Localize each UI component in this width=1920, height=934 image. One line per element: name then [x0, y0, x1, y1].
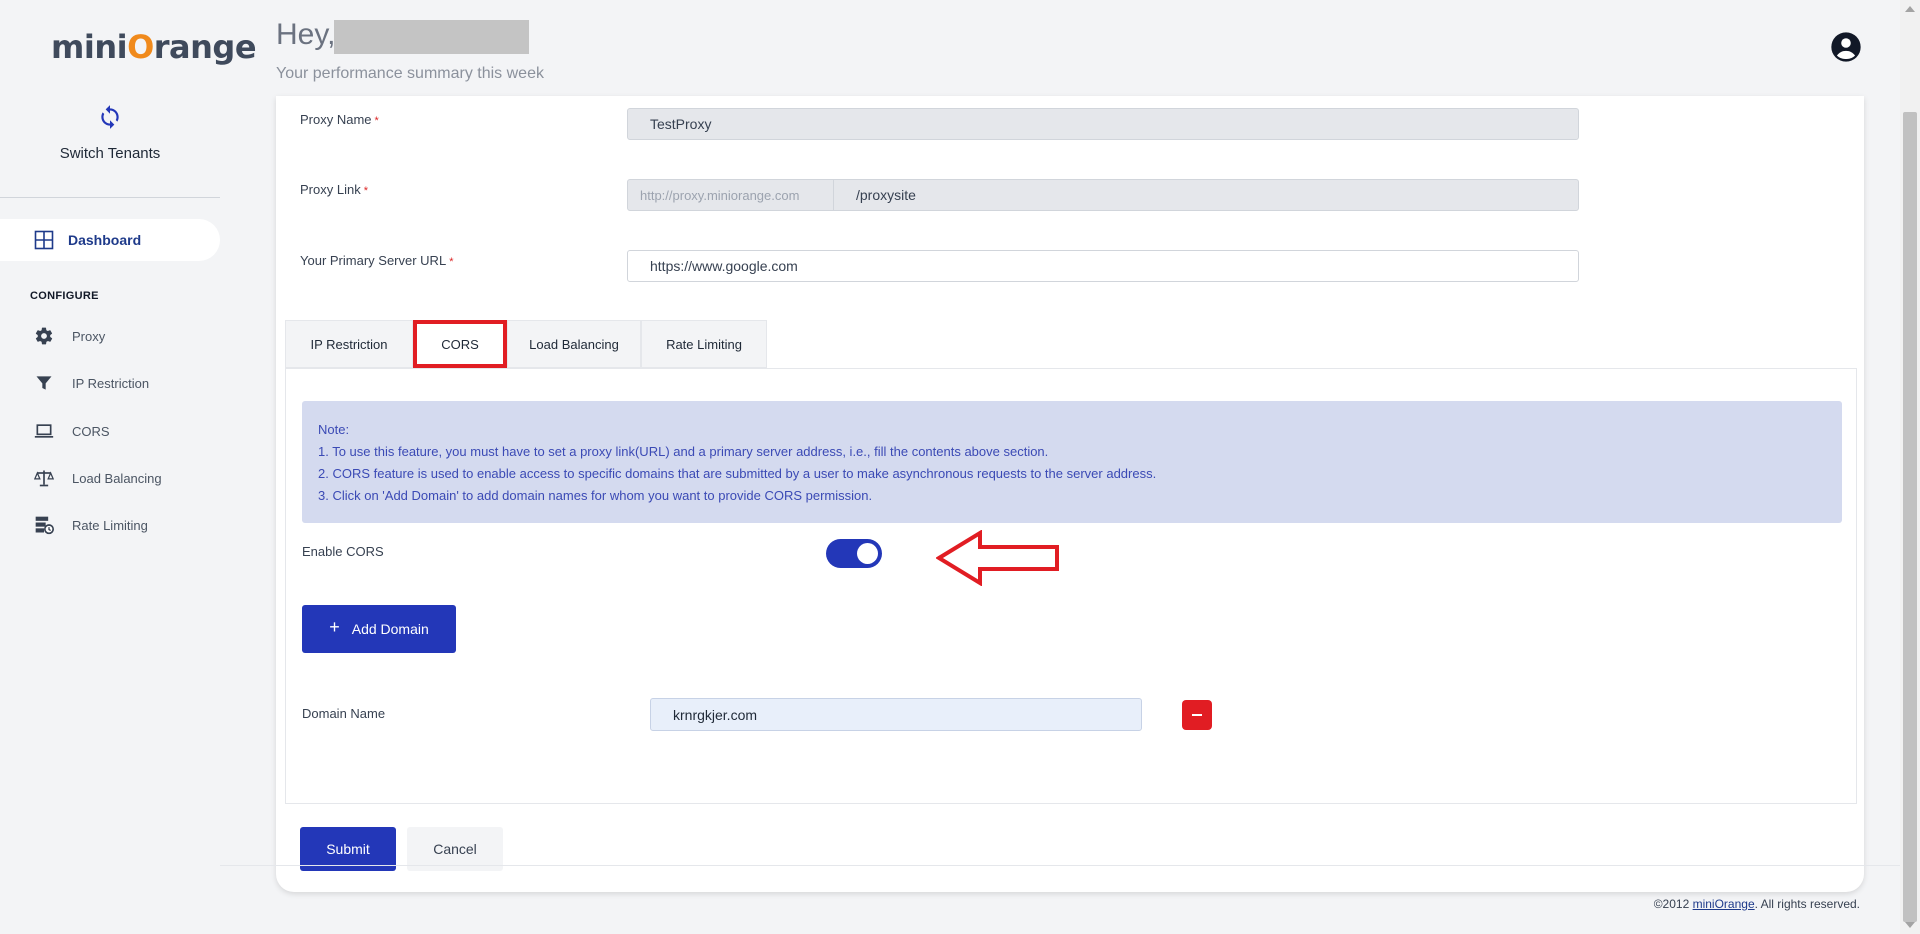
dashboard-grid-icon [34, 230, 54, 250]
sidebar-item-label: Dashboard [68, 232, 142, 248]
cors-tab-panel: Note: 1. To use this feature, you must h… [285, 368, 1857, 804]
proxy-name-label: Proxy Name * [300, 112, 379, 127]
switch-tenants[interactable]: Switch Tenants [0, 104, 220, 162]
domain-name-label: Domain Name [302, 706, 386, 721]
label-text: Proxy Link [300, 182, 361, 197]
sidebar-item-ip-restriction[interactable]: IP Restriction [34, 369, 214, 397]
sidebar-item-label: Load Balancing [72, 470, 162, 486]
sidebar-item-label: IP Restriction [72, 375, 150, 391]
sidebar-item-rate-limiting[interactable]: Rate Limiting [34, 511, 214, 539]
account-icon[interactable] [1830, 31, 1862, 63]
proxy-link-prefix: http://proxy.miniorange.com [628, 179, 834, 211]
sidebar-item-load-balancing[interactable]: Load Balancing [34, 464, 214, 492]
tab-rate-limiting[interactable]: Rate Limiting [641, 320, 767, 368]
sidebar-item-label: CORS [72, 423, 110, 439]
note-title: Note: [318, 422, 350, 437]
domain-name-input[interactable]: krnrgkjer.com [650, 698, 1142, 731]
note-line: 3. Click on 'Add Domain' to add domain n… [318, 488, 873, 503]
enable-cors-label: Enable CORS [302, 544, 384, 559]
footer-link[interactable]: miniOrange [1693, 897, 1755, 911]
footer-text: ©2012 [1653, 897, 1693, 911]
sidebar-divider [0, 197, 220, 198]
switch-tenants-label: Switch Tenants [59, 145, 161, 162]
tab-load-balancing[interactable]: Load Balancing [507, 320, 641, 368]
refresh-icon [97, 104, 123, 130]
scroll-down-icon[interactable] [1905, 922, 1915, 928]
page-subtitle: Your performance summary this week [276, 65, 544, 82]
sidebar-item-cors[interactable]: CORS [34, 417, 214, 445]
tab-ip-restriction[interactable]: IP Restriction [285, 320, 413, 368]
add-domain-label: Add Domain [351, 621, 429, 637]
footer-text: . All rights reserved. [1754, 897, 1860, 911]
redacted-username [334, 20, 529, 54]
tab-cors[interactable]: CORS [413, 320, 507, 368]
server-clock-icon [34, 515, 54, 535]
required-mark: * [374, 115, 379, 127]
annotation-arrow-icon [935, 529, 1060, 591]
required-mark: * [363, 185, 368, 197]
footer-copyright: ©2012 miniOrange. All rights reserved. [1654, 897, 1860, 911]
section-heading-configure: CONFIGURE [30, 290, 99, 302]
note-line: 1. To use this feature, you must have to… [318, 444, 1049, 459]
tabs-bar: IP Restriction CORS Load Balancing Rate … [285, 320, 767, 368]
sidebar: miniOrange Switch Tenants Dashboard CONF… [0, 0, 257, 934]
server-url-label: Your Primary Server URL * [300, 253, 453, 268]
toggle-knob [857, 543, 878, 564]
remove-domain-button[interactable] [1182, 700, 1212, 730]
brand-logo: miniOrange [51, 28, 257, 66]
minus-icon [1192, 714, 1202, 716]
server-url-input[interactable]: https://www.google.com [627, 250, 1579, 282]
greeting: Hey, [276, 18, 336, 51]
footer-divider [220, 865, 1900, 866]
sidebar-item-label: Proxy [72, 328, 106, 344]
enable-cors-toggle[interactable] [826, 539, 882, 568]
required-mark: * [449, 256, 454, 268]
sidebar-item-label: Rate Limiting [72, 517, 148, 533]
proxy-link-field[interactable]: http://proxy.miniorange.com /proxysite [627, 179, 1579, 211]
cors-note: Note: 1. To use this feature, you must h… [302, 401, 1842, 523]
sidebar-item-proxy[interactable]: Proxy [34, 322, 214, 350]
label-text: Your Primary Server URL [300, 253, 447, 268]
logo-text-post: range [153, 28, 257, 66]
logo-text-pre: mini [51, 28, 128, 66]
laptop-icon [34, 421, 54, 441]
scale-icon [34, 468, 54, 488]
proxy-form-card: Proxy Name * TestProxy Proxy Link * http:/… [276, 96, 1864, 892]
scroll-thumb[interactable] [1903, 112, 1917, 922]
gear-icon [34, 326, 54, 346]
label-text: Proxy Name [300, 112, 372, 127]
scroll-up-icon[interactable] [1905, 6, 1915, 12]
filter-icon [34, 373, 54, 393]
note-line: 2. CORS feature is used to enable access… [318, 466, 1157, 481]
plus-icon: + [329, 616, 340, 637]
sidebar-item-dashboard[interactable]: Dashboard [0, 219, 220, 261]
proxy-name-input[interactable]: TestProxy [627, 108, 1579, 140]
logo-text-o: O [127, 28, 154, 66]
page-scrollbar[interactable] [1900, 0, 1920, 934]
add-domain-button[interactable]: + Add Domain [302, 605, 456, 653]
proxy-link-input[interactable]: /proxysite [834, 187, 916, 203]
proxy-link-label: Proxy Link * [300, 182, 368, 197]
